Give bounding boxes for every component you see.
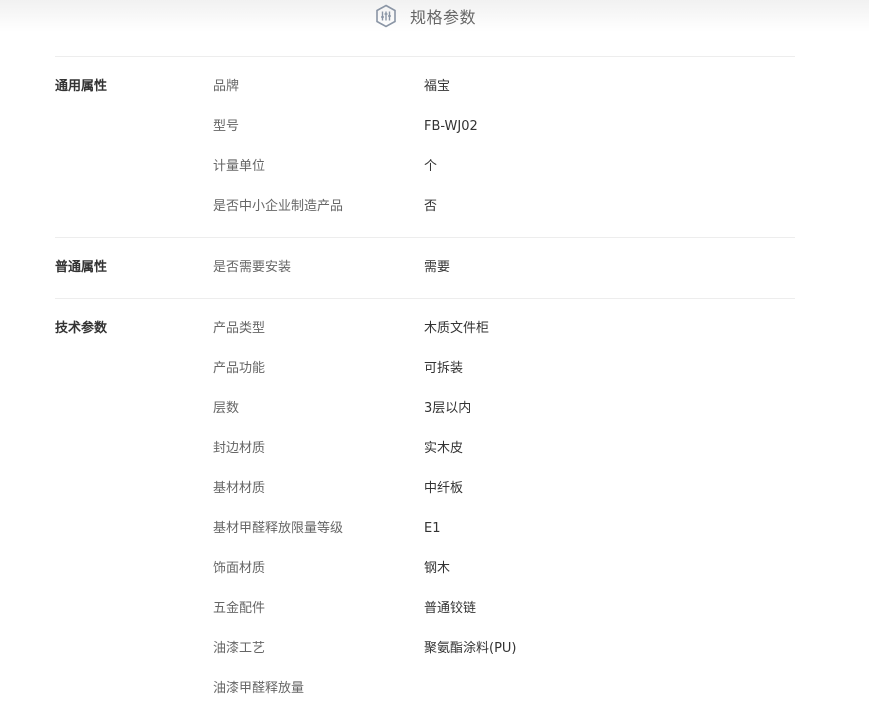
spec-row: 品牌 福宝 (0, 77, 869, 97)
attr-value: 实木皮 (424, 441, 464, 456)
spec-row: 产品功能 可拆装 (0, 359, 869, 379)
attr-value: 普通铰链 (424, 601, 477, 616)
attr-value: FB-WJ02 (424, 119, 478, 134)
attr-name: 油漆甲醛释放量 (213, 681, 305, 696)
spec-row: 产品类型 木质文件柜 (0, 319, 869, 339)
spec-row: 基材材质 中纤板 (0, 479, 869, 499)
attr-name: 产品类型 (213, 321, 266, 336)
attr-name: 油漆工艺 (213, 641, 266, 656)
attr-value: 可拆装 (424, 361, 464, 376)
attr-name: 饰面材质 (213, 561, 266, 576)
spec-row: 计量单位 个 (0, 157, 869, 177)
attr-name: 基材材质 (213, 481, 266, 496)
attr-value: 否 (424, 199, 438, 214)
spec-row: 封边材质 实木皮 (0, 439, 869, 459)
spec-title: 规格参数 (410, 8, 477, 27)
spec-row: 油漆工艺 聚氨酯涂料(PU) (0, 639, 869, 659)
attr-name: 是否需要安装 (213, 260, 292, 275)
attr-name: 基材甲醛释放限量等级 (213, 521, 344, 536)
attr-value: E1 (424, 521, 441, 536)
spec-row: 五金配件 普通铰链 (0, 599, 869, 619)
attr-name: 计量单位 (213, 159, 266, 174)
spec-header-inner: 规格参数 (375, 4, 476, 28)
attr-name: 五金配件 (213, 601, 266, 616)
attr-value: 个 (424, 159, 438, 174)
spec-row: 基材甲醛释放限量等级 E1 (0, 519, 869, 539)
attr-value: 福宝 (424, 79, 451, 94)
section-divider (55, 56, 795, 57)
spec-header: 规格参数 (0, 0, 869, 32)
spec-row: 型号 FB-WJ02 (0, 117, 869, 137)
attr-name: 层数 (213, 401, 240, 416)
spec-row: 是否中小企业制造产品 否 (0, 197, 869, 217)
attr-value: 聚氨酯涂料(PU) (424, 641, 517, 656)
attr-name: 是否中小企业制造产品 (213, 199, 344, 214)
attr-value: 需要 (424, 260, 451, 275)
attr-name: 品牌 (213, 79, 240, 94)
settings-sliders-icon (375, 4, 397, 28)
spec-row: 油漆甲醛释放量 (0, 679, 869, 699)
attr-value: 3层以内 (424, 401, 472, 416)
section-divider (55, 298, 795, 299)
spec-row: 饰面材质 钢木 (0, 559, 869, 579)
attr-name: 封边材质 (213, 441, 266, 456)
attr-value: 钢木 (424, 561, 451, 576)
spec-row: 是否需要安装 需要 (0, 258, 869, 278)
attr-value: 中纤板 (424, 481, 464, 496)
attr-value: 木质文件柜 (424, 321, 490, 336)
attr-name: 产品功能 (213, 361, 266, 376)
section-divider (55, 237, 795, 238)
attr-name: 型号 (213, 119, 240, 134)
spec-row: 层数 3层以内 (0, 399, 869, 419)
